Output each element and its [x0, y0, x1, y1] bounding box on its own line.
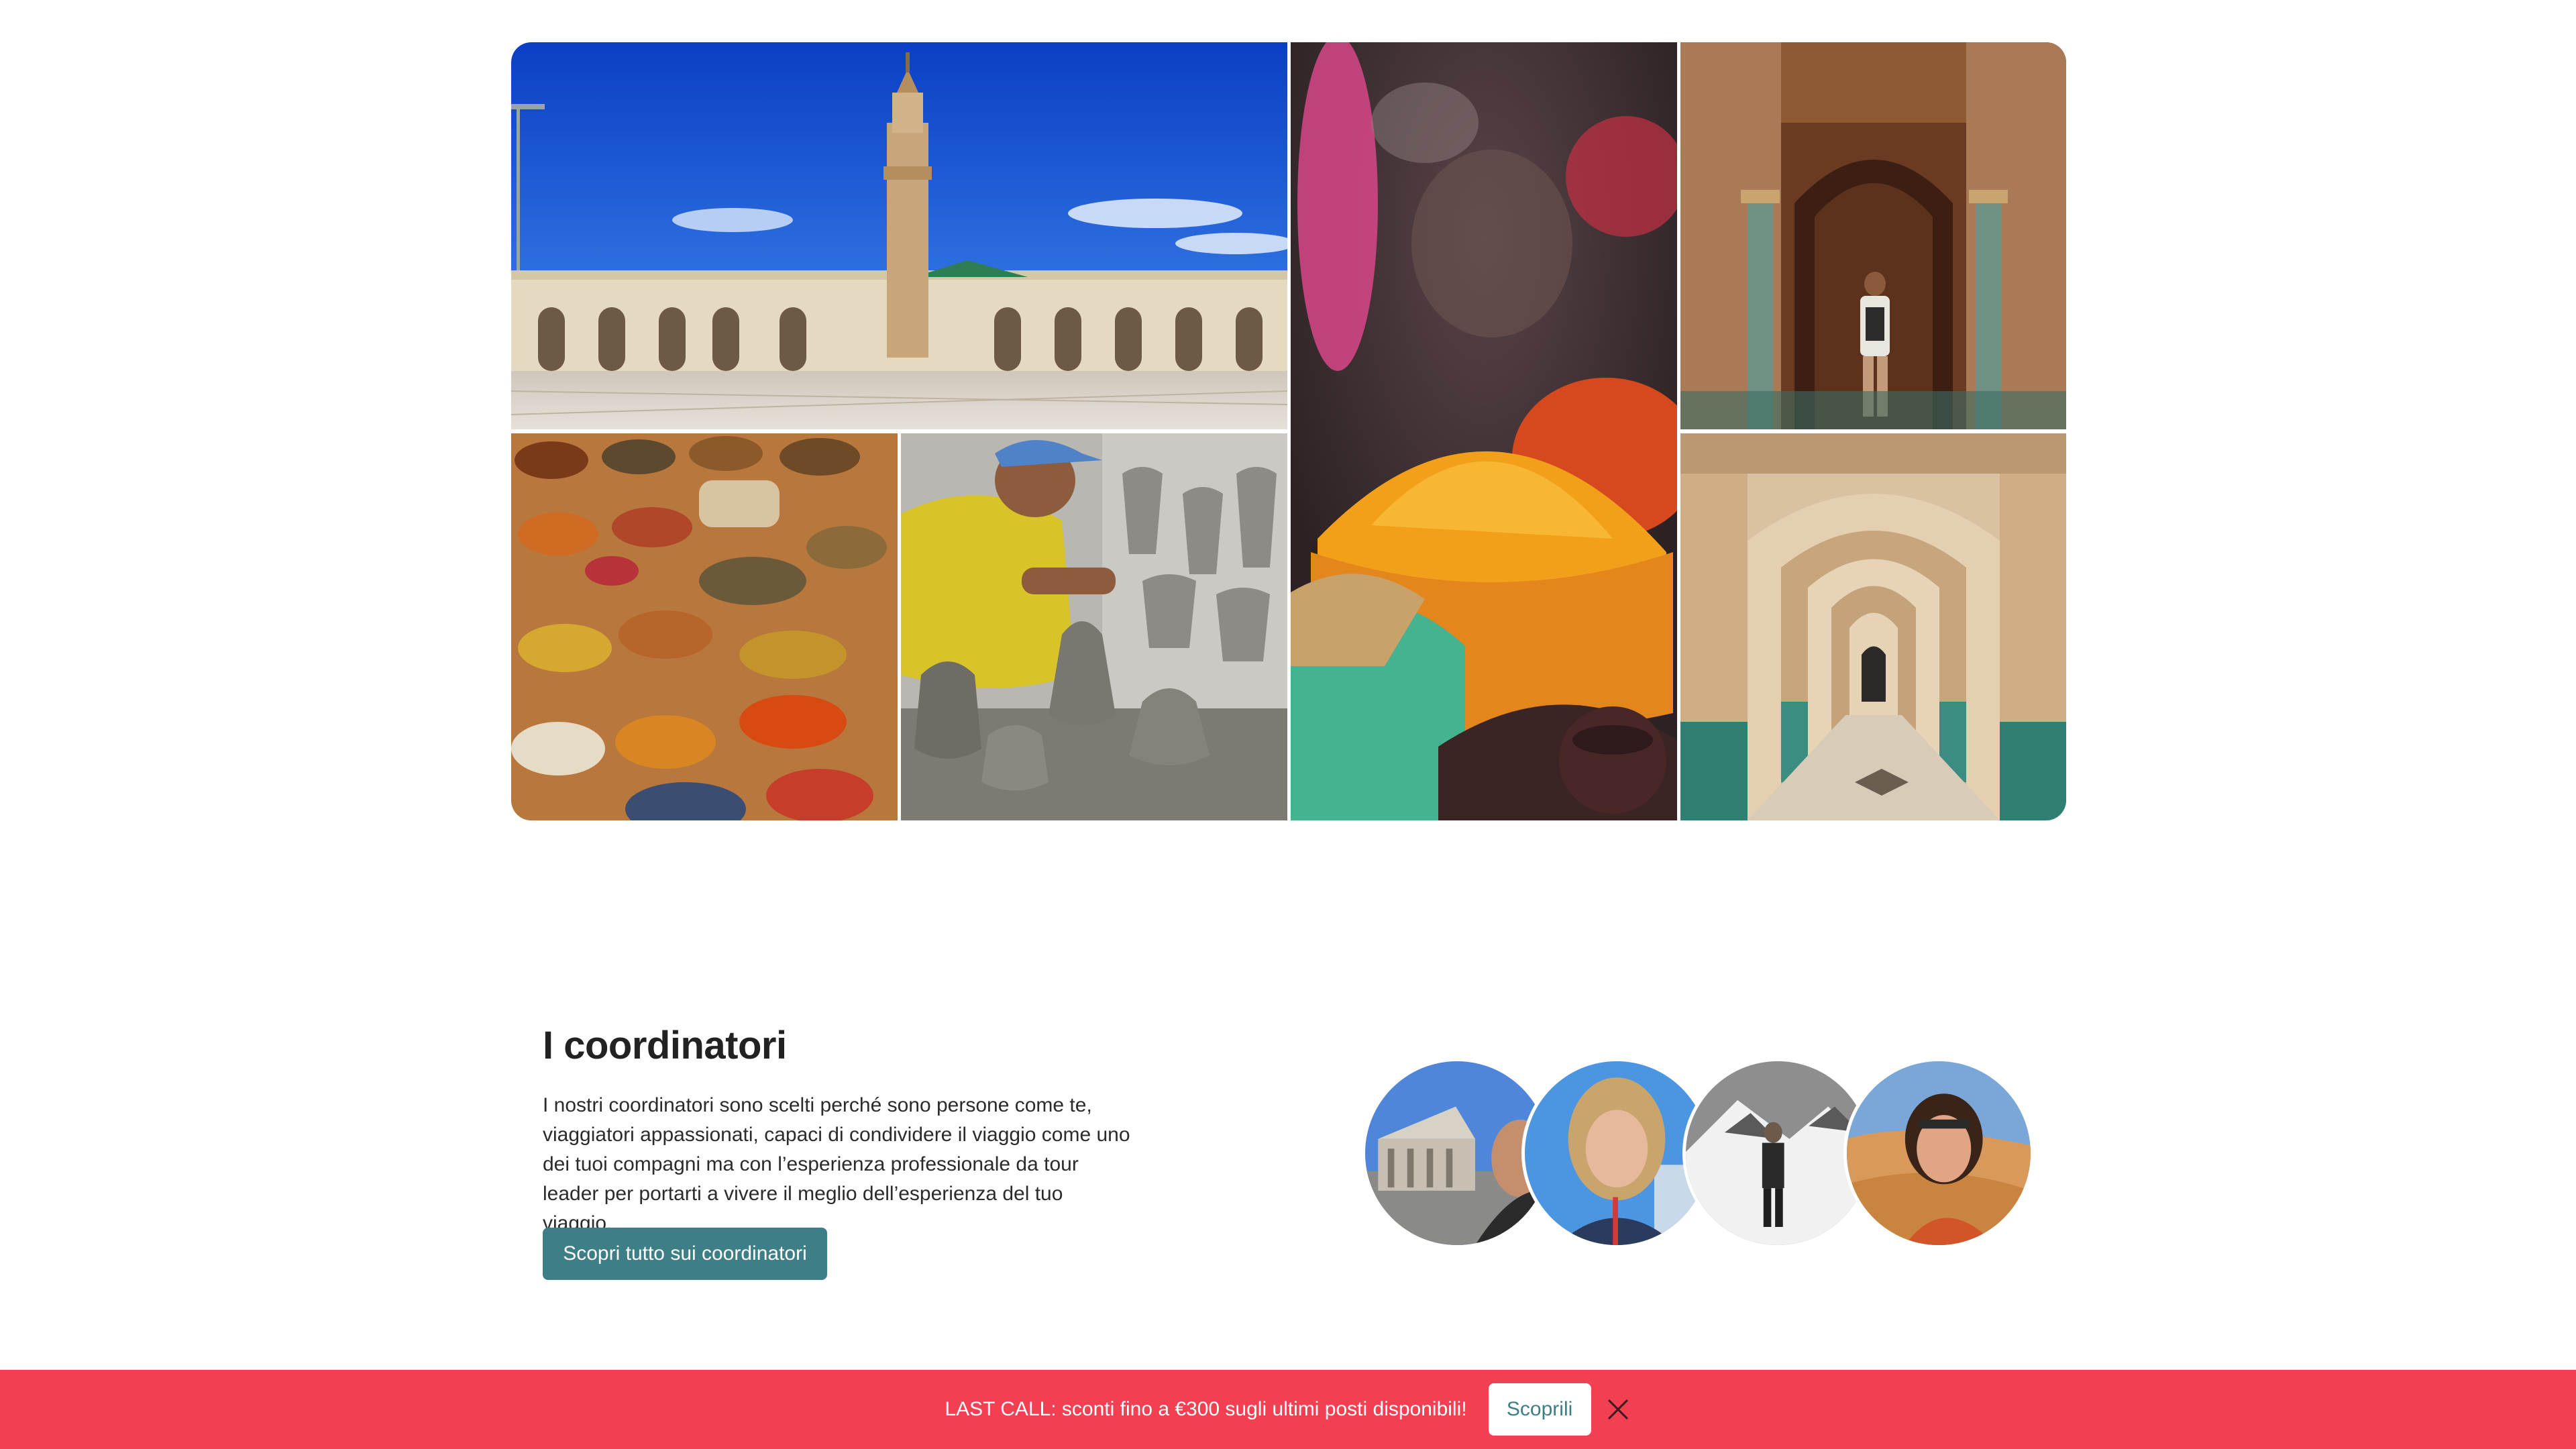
potter-workshop-photo[interactable]	[901, 433, 1287, 820]
coordinator-avatars	[1362, 1058, 2039, 1248]
promo-banner: LAST CALL: sconti fino a €300 sugli ulti…	[0, 1370, 2576, 1449]
coordinator-avatar[interactable]	[1843, 1058, 2034, 1248]
carved-doorway-photo[interactable]	[1680, 42, 2066, 429]
promo-text: LAST CALL: sconti fino a €300 sugli ulti…	[945, 1398, 1467, 1420]
hassan-ii-mosque-photo[interactable]	[511, 42, 1287, 429]
coordinators-description: I nostri coordinatori sono scelti perché…	[543, 1094, 1130, 1234]
tiled-arcade-photo[interactable]	[1680, 433, 2066, 820]
promo-discover-button[interactable]: Scoprili	[1488, 1383, 1591, 1436]
coordinators-title: I coordinatori	[543, 1024, 787, 1067]
tannery-dye-pits-photo[interactable]	[511, 433, 898, 820]
close-icon[interactable]	[1605, 1396, 1631, 1423]
discover-coordinators-button[interactable]: Scopri tutto sui coordinatori	[543, 1228, 827, 1280]
photo-gallery	[511, 42, 2066, 820]
spice-market-photo[interactable]	[1291, 42, 1677, 820]
